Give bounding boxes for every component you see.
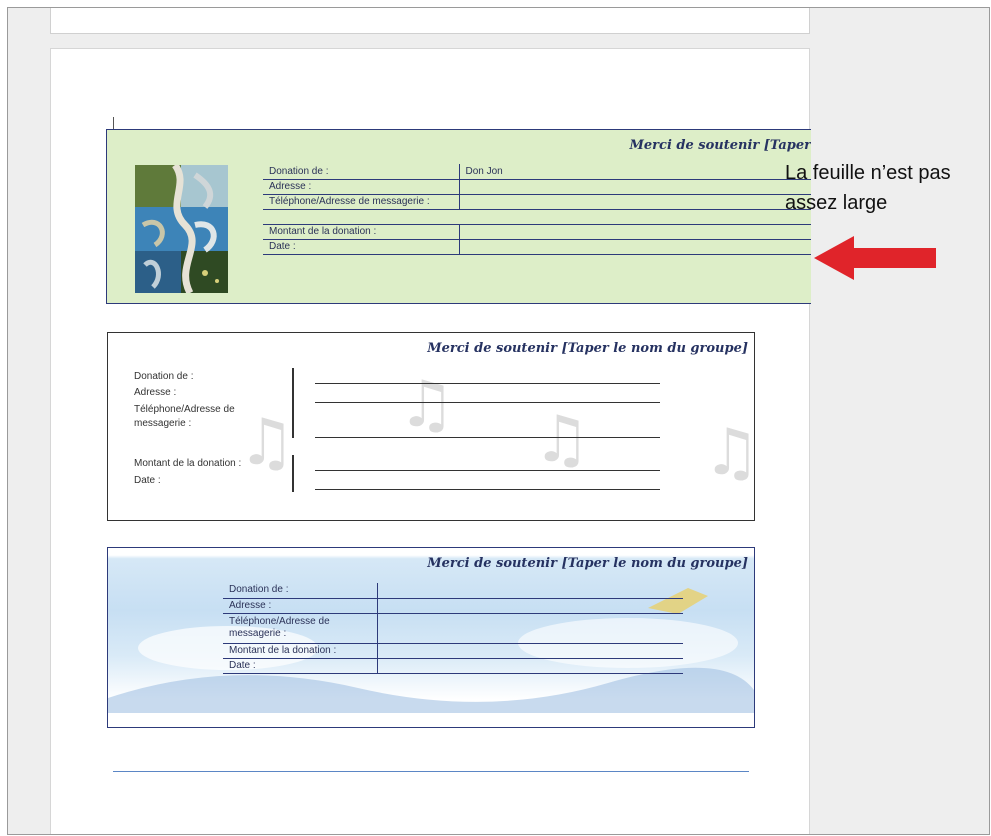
music-note-icon: ♫: [533, 403, 591, 477]
card-title: Merci de soutenir [Taper le nom du group…: [427, 556, 748, 571]
address-line[interactable]: [315, 402, 660, 403]
table-row[interactable]: Donation de : Don Jon: [263, 164, 811, 180]
table-row[interactable]: Donation de :: [223, 583, 683, 599]
phone-label-line1: Téléphone/Adresse de: [134, 404, 235, 415]
row-label: Téléphone/Adresse de messagerie :: [263, 194, 460, 210]
donation-card-sky[interactable]: Merci de soutenir [Taper le nom du group…: [107, 547, 755, 728]
annotation-text: La feuille n’est pas assez large: [785, 158, 989, 218]
table-row[interactable]: Date :: [223, 658, 683, 674]
row-value[interactable]: [377, 643, 683, 659]
row-value[interactable]: [459, 194, 811, 210]
row-label: Montant de la donation :: [223, 643, 378, 659]
row-value[interactable]: [459, 224, 811, 240]
table-row[interactable]: Adresse :: [223, 598, 683, 614]
music-note-icon: ♫: [238, 406, 296, 480]
card-title: Merci de soutenir [Taper le nom du group…: [427, 341, 748, 356]
row-label: Adresse :: [223, 598, 378, 614]
phone-line[interactable]: [315, 437, 660, 438]
donation-form-table: Donation de : Adresse : Téléphone/Adress…: [223, 583, 683, 674]
phone-label-line2: messagerie :: [134, 418, 192, 429]
row-label: Donation de :: [263, 164, 460, 180]
row-value[interactable]: [377, 613, 683, 644]
row-label: Date :: [263, 239, 460, 255]
row-value[interactable]: [459, 179, 811, 195]
table-row[interactable]: Adresse :: [263, 179, 811, 195]
donation-label: Donation de :: [134, 371, 194, 382]
amount-line[interactable]: [315, 470, 660, 471]
horizontal-rule: [113, 771, 749, 772]
table-row[interactable]: Montant de la donation :: [263, 224, 811, 240]
row-value[interactable]: [377, 658, 683, 674]
divider: [292, 368, 294, 438]
divider: [292, 455, 294, 492]
row-value[interactable]: [377, 583, 683, 599]
watercolor-art-image: [135, 165, 228, 293]
annotation-line1: La feuille n’est pas: [785, 162, 951, 184]
row-value[interactable]: [459, 209, 811, 225]
amount-label: Montant de la donation :: [134, 458, 242, 469]
table-row[interactable]: Date :: [263, 239, 811, 255]
donation-form-table: Donation de : Don Jon Adresse : Téléphon…: [263, 164, 811, 255]
row-value[interactable]: [459, 239, 811, 255]
date-label: Date :: [134, 475, 161, 486]
text-cursor: [113, 117, 114, 129]
address-label: Adresse :: [134, 387, 177, 398]
annotation-line2: assez large: [785, 192, 888, 214]
donation-card-green[interactable]: Merci de soutenir [Taper Donation de: D…: [106, 129, 811, 304]
donation-card-music[interactable]: ♫ ♫ ♫ ♫ Merci de soutenir [Taper le nom …: [107, 332, 755, 521]
row-label: Téléphone/Adresse de messagerie :: [223, 613, 378, 644]
row-value[interactable]: Don Jon: [459, 164, 811, 180]
document-page[interactable]: Merci de soutenir [Taper Donation de: D…: [50, 48, 811, 834]
table-row[interactable]: Montant de la donation :: [223, 643, 683, 659]
row-label: Donation de :: [223, 583, 378, 599]
table-row[interactable]: Téléphone/Adresse de messagerie :: [223, 613, 683, 644]
donation-line[interactable]: [315, 383, 660, 384]
row-label: Date :: [223, 658, 378, 674]
card-title: Merci de soutenir [Taper: [629, 138, 811, 153]
music-note-icon: ♫: [703, 416, 755, 490]
row-value[interactable]: [377, 598, 683, 614]
date-line[interactable]: [315, 489, 660, 490]
row-label: [263, 209, 459, 225]
table-row[interactable]: Téléphone/Adresse de messagerie :: [263, 194, 811, 210]
previous-page: [50, 8, 810, 34]
red-arrow-icon: [814, 236, 936, 280]
document-view: Merci de soutenir [Taper Donation de: D…: [7, 7, 990, 835]
table-row[interactable]: [263, 209, 811, 225]
row-label: Montant de la donation :: [263, 224, 460, 240]
row-label: Adresse :: [263, 179, 460, 195]
